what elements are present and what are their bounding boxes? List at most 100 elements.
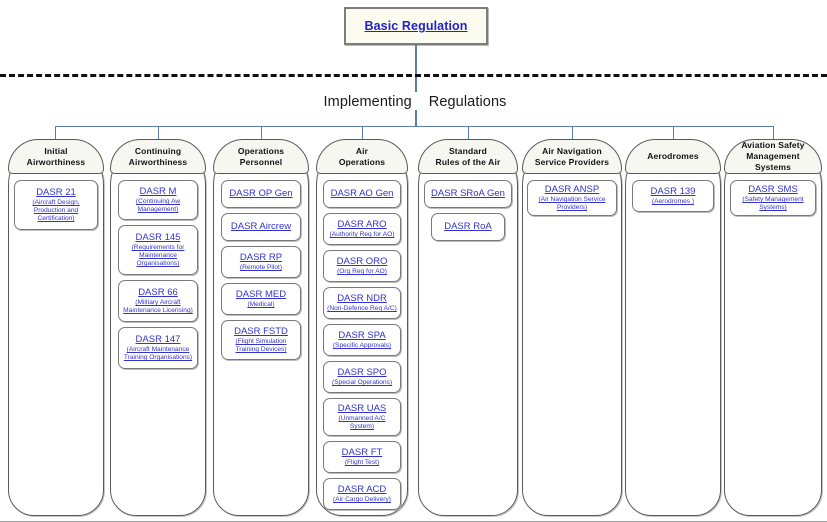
regulation-node[interactable]: DASR ORO (Org Req for AO) (323, 250, 401, 282)
regulation-node[interactable]: DASR UAS (Unmanned A/C System) (323, 398, 401, 436)
column-header-label-5: Air Navigation Service Providers (534, 145, 610, 167)
regulation-node[interactable]: DASR SRoA Gen (424, 180, 512, 208)
root-stem-connector (415, 45, 417, 92)
regulation-node-title: DASR Aircrew (230, 221, 292, 233)
column-items-7: DASR SMS (Safety Management Systems) (725, 176, 821, 216)
bus-stem-connector (415, 110, 417, 127)
column-1: Continuing Airworthiness DASR M (Continuing… (110, 139, 206, 516)
distribution-bus (55, 126, 773, 127)
column-7: Aviation Safety Management Systems DASR SM… (724, 139, 822, 516)
regulation-node[interactable]: DASR RoA (431, 213, 505, 241)
regulation-node-subtitle: (Continuing Aw Management) (135, 198, 181, 214)
regulation-node-title: DASR SMS (748, 183, 798, 195)
column-header-5[interactable]: Air Navigation Service Providers (522, 139, 622, 174)
column-header-label-7: Aviation Safety Management Systems (741, 140, 805, 172)
regulation-node-title: DASR NDR (337, 292, 387, 304)
regulation-node[interactable]: DASR SPA (Specific Approvals) (323, 324, 401, 356)
regulation-node[interactable]: DASR 21 (Aircraft Design, Production and … (14, 180, 98, 230)
regulation-node[interactable]: DASR 139 (Aerodromes ) (632, 180, 714, 212)
diagram-canvas: Basic Regulation Implementing Regulation… (0, 0, 827, 522)
regulation-node-title: DASR 139 (650, 185, 696, 197)
regulation-node-subtitle: (Requirements for Maintenance Organisati… (131, 244, 185, 268)
basic-regulation-node[interactable]: Basic Regulation (344, 7, 488, 45)
column-4: Standard Rules of the Air DASR SRoA Gen DAS… (418, 139, 518, 516)
regulation-node[interactable]: DASR OP Gen (221, 180, 301, 208)
regulation-node[interactable]: DASR MED (Medical) (221, 283, 301, 315)
column-items-4: DASR SRoA Gen DASR RoA (419, 176, 517, 241)
regulation-node-subtitle: (Non-Defence Req A/C) (327, 305, 397, 313)
regulation-node-title: DASR MED (235, 288, 287, 300)
regulation-node-title: DASR SRoA Gen (431, 188, 505, 200)
drop-tick-4 (362, 126, 363, 140)
regulation-node-title: DASR ACD (337, 483, 387, 495)
column-0: Initial Airworthiness DASR 21 (Aircraft Des… (8, 139, 104, 516)
regulation-node[interactable]: DASR NDR (Non-Defence Req A/C) (323, 287, 401, 319)
regulation-node-title: DASR ARO (337, 218, 387, 230)
column-items-3: DASR AO Gen DASR ARO (Authority Req for AO… (317, 176, 407, 510)
regulation-node-subtitle: (Air Cargo Delivery) (333, 496, 391, 504)
regulation-node[interactable]: DASR FT (Flight Test) (323, 441, 401, 473)
regulation-node[interactable]: DASR FSTD (Flight Simulation Training Dev… (221, 320, 301, 360)
regulation-node-title: DASR FSTD (234, 325, 288, 337)
drop-tick-7 (673, 126, 674, 140)
regulation-node-subtitle: (Medical) (247, 301, 275, 309)
regulation-node[interactable]: DASR RP (Remote Pilot) (221, 246, 301, 278)
column-header-label-1: Continuing Airworthiness (128, 145, 188, 167)
column-items-6: DASR 139 (Aerodromes ) (626, 176, 720, 212)
column-header-label-4: Standard Rules of the Air (435, 145, 501, 167)
regulation-node-title: DASR ANSP (544, 183, 600, 195)
regulation-node-subtitle: (Aircraft Maintenance Training Organisat… (123, 346, 193, 362)
column-5: Air Navigation Service Providers DASR ANSP… (522, 139, 622, 516)
drop-tick-8 (773, 126, 774, 140)
regulation-node-title: DASR 147 (135, 333, 181, 345)
column-header-label-0: Initial Airworthiness (26, 145, 86, 167)
regulation-node-title: DASR 21 (36, 186, 76, 198)
column-header-label-6: Aerodromes (647, 151, 699, 162)
column-header-0[interactable]: Initial Airworthiness (8, 139, 104, 174)
regulation-node-title: DASR 66 (138, 286, 178, 298)
regulation-node[interactable]: DASR AO Gen (323, 180, 401, 208)
regulation-node[interactable]: DASR SMS (Safety Management Systems) (730, 180, 816, 216)
basic-regulation-label: Basic Regulation (364, 19, 468, 33)
regulation-node-subtitle: (Aircraft Design, Production and Certifi… (32, 199, 80, 223)
column-2: Operations Personnel DASR OP Gen DASR Aircr… (213, 139, 309, 516)
regulation-node-subtitle: (Military Aircraft Maintenance Licensing… (123, 299, 193, 315)
regulation-node[interactable]: DASR Aircrew (221, 213, 301, 241)
regulation-node-title: DASR SPA (338, 329, 386, 341)
regulation-node-title: DASR OP Gen (229, 188, 293, 200)
drop-tick-2 (158, 126, 159, 140)
regulation-node[interactable]: DASR ACD (Air Cargo Delivery) (323, 478, 401, 510)
drop-tick-3 (261, 126, 262, 140)
regulation-node[interactable]: DASR M (Continuing Aw Management) (118, 180, 198, 220)
regulation-node[interactable]: DASR 66 (Military Aircraft Maintenance Li… (118, 280, 198, 322)
regulations-word: Regulations (428, 94, 507, 110)
column-header-2[interactable]: Operations Personnel (213, 139, 309, 174)
column-3: Air Operations DASR AO Gen DASR ARO (Authori… (316, 139, 408, 516)
column-header-7[interactable]: Aviation Safety Management Systems (724, 139, 822, 174)
column-items-2: DASR OP Gen DASR Aircrew DASR RP (Remote Pi… (214, 176, 308, 360)
column-header-1[interactable]: Continuing Airworthiness (110, 139, 206, 174)
column-items-0: DASR 21 (Aircraft Design, Production and … (9, 176, 103, 230)
column-header-3[interactable]: Air Operations (316, 139, 408, 174)
regulation-node[interactable]: DASR ANSP (Air Navigation Service Provide… (527, 180, 617, 216)
regulation-node[interactable]: DASR 147 (Aircraft Maintenance Training O… (118, 327, 198, 369)
regulation-node[interactable]: DASR 145 (Requirements for Maintenance Or… (118, 225, 198, 275)
regulation-node[interactable]: DASR SPO (Special Operations) (323, 361, 401, 393)
regulation-node-subtitle: (Flight Test) (344, 459, 380, 467)
regulation-node[interactable]: DASR ARO (Authority Req for AO) (323, 213, 401, 245)
regulation-node-subtitle: (Unmanned A/C System) (338, 415, 386, 431)
regulation-node-subtitle: (Flight Simulation Training Devices) (235, 338, 287, 354)
drop-tick-6 (572, 126, 573, 140)
regulation-node-subtitle: (Safety Management Systems) (742, 196, 804, 212)
regulation-node-subtitle: (Special Operations) (331, 379, 393, 387)
column-header-6[interactable]: Aerodromes (625, 139, 721, 174)
regulation-node-title: DASR RP (239, 251, 283, 263)
column-header-4[interactable]: Standard Rules of the Air (418, 139, 518, 174)
regulation-node-subtitle: (Remote Pilot) (239, 264, 283, 272)
implementing-word: Implementing (323, 94, 412, 110)
regulation-node-title: DASR ORO (336, 255, 388, 267)
column-6: Aerodromes DASR 139 (Aerodromes ) (625, 139, 721, 516)
regulation-node-subtitle: (Org Req for AO) (337, 268, 387, 276)
regulation-node-title: DASR RoA (444, 221, 492, 233)
regulation-node-subtitle: (Aerodromes ) (651, 198, 695, 206)
